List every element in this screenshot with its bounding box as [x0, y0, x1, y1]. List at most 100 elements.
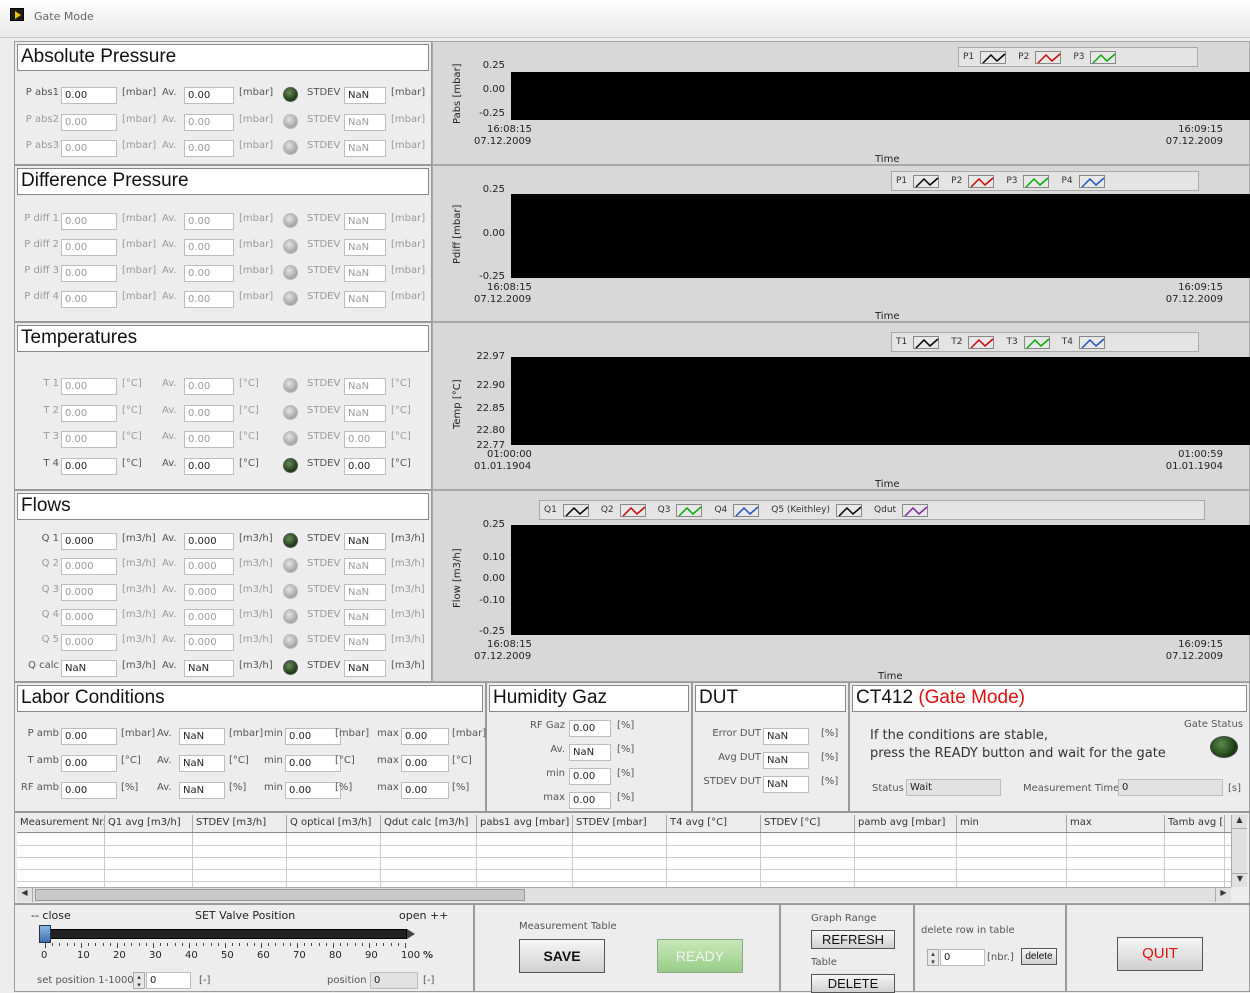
delete-row-input[interactable]: 0 — [940, 949, 985, 966]
stdev-label: STDEV — [307, 265, 341, 276]
set-position-spinner-icon[interactable]: ▴ ▾ — [133, 972, 145, 989]
plot-area[interactable] — [511, 525, 1250, 635]
flow-chart[interactable]: Flow [m3/h] 0.25 0.10 0.00 -0.10 -0.25 16:08:1… — [432, 490, 1250, 682]
table-column-header[interactable]: Q1 avg [m3/h] — [105, 815, 193, 832]
table-column-header[interactable]: min — [957, 815, 1067, 832]
legend-item[interactable]: Q5 (Keithley) — [767, 503, 863, 517]
scroll-up-icon[interactable]: ▲ — [1232, 815, 1247, 829]
slider-minor-tick — [102, 943, 104, 946]
table-label: Table — [811, 957, 837, 968]
row-label: Q 1 — [41, 533, 59, 544]
y-tick-label: 0.25 — [482, 184, 505, 195]
y-tick-label: -0.10 — [479, 595, 505, 606]
table-column-header[interactable]: STDEV [mbar] — [573, 815, 667, 832]
delete-row-button[interactable]: delete — [1021, 948, 1057, 965]
table-column-divider — [572, 833, 573, 893]
table-column-header[interactable]: Measurement Nr. — [17, 815, 105, 832]
valve-slider-track[interactable] — [39, 929, 407, 939]
table-column-divider — [1066, 833, 1067, 893]
temperature-chart[interactable]: Temp [°C] 22.97 22.90 22.85 22.80 22.77 01:00:… — [432, 322, 1250, 490]
plot-area[interactable] — [511, 72, 1250, 120]
table-column-divider — [854, 833, 855, 893]
refresh-button[interactable]: REFRESH — [811, 930, 895, 949]
graph-range-section: Graph Range REFRESH Table DELETE — [780, 904, 914, 993]
plot-legend[interactable]: Q1 Q2 Q3 Q4 Q5 (Keithley) Qdut — [539, 500, 1205, 520]
legend-item[interactable]: P3 — [1002, 174, 1050, 188]
plot-legend[interactable]: T1 T2 T3 T4 — [891, 332, 1199, 352]
legend-swatch-icon — [980, 50, 1007, 64]
slider-minor-tick — [376, 943, 378, 946]
min-label: min — [264, 755, 283, 766]
plot-legend[interactable]: P1 P2 P3 — [958, 47, 1198, 67]
legend-name: P3 — [1006, 176, 1018, 186]
legend-item[interactable]: Q3 — [654, 503, 703, 517]
min-unit: [°C] — [335, 755, 355, 766]
legend-item[interactable]: Q1 — [540, 503, 589, 517]
legend-item[interactable]: T4 — [1058, 335, 1105, 349]
legend-item[interactable]: P1 — [959, 50, 1007, 64]
plot-legend[interactable]: P1 P2 P3 P4 — [891, 171, 1199, 191]
scroll-left-icon[interactable]: ◀ — [17, 888, 33, 902]
stdev-unit: [mbar] — [391, 140, 426, 151]
table-column-header[interactable]: max — [1067, 815, 1165, 832]
legend-item[interactable]: Q4 — [710, 503, 760, 517]
plot-area[interactable] — [511, 194, 1250, 278]
delete-table-button[interactable]: DELETE — [811, 974, 895, 993]
table-column-header[interactable]: STDEV [m3/h] — [193, 815, 287, 832]
legend-item[interactable]: P1 — [892, 174, 940, 188]
slider-minor-tick — [369, 943, 370, 948]
legend-item[interactable]: P2 — [1014, 50, 1062, 64]
table-column-header[interactable]: Tamb avg [°C] — [1165, 815, 1225, 832]
table-vertical-scrollbar[interactable]: ▲ ▼ — [1231, 815, 1248, 887]
legend-item[interactable]: Qdut — [870, 503, 929, 517]
table-column-header[interactable]: pamb avg [mbar] — [855, 815, 957, 832]
plot-area[interactable] — [511, 357, 1250, 445]
scroll-down-icon[interactable]: ▼ — [1232, 873, 1248, 887]
table-column-header[interactable]: pabs1 avg [mbar] — [477, 815, 573, 832]
slider-minor-tick — [340, 943, 342, 946]
slider-tick-label: 70 — [293, 950, 306, 961]
row-label: P diff 2 — [24, 239, 59, 250]
value-field: 0.00 — [61, 457, 117, 475]
legend-item[interactable]: T1 — [892, 335, 940, 349]
measurement-table[interactable]: Measurement Nr. Q1 avg [m3/h] STDEV [m3/h]… — [14, 812, 1250, 904]
table-column-header[interactable]: Qdut calc [m3/h] — [381, 815, 477, 832]
legend-item[interactable]: Q2 — [597, 503, 646, 517]
y-tick-label: 22.90 — [476, 380, 505, 391]
slider-tick-label: 0 — [41, 950, 48, 961]
legend-item[interactable]: P4 — [1057, 174, 1105, 188]
table-column-divider — [760, 833, 761, 893]
labor-row: P amb 0.00 [mbar] Av. NaN [mbar] min 0.00 [mbar]… — [15, 725, 487, 747]
unit-label: [%] — [821, 728, 839, 739]
ready-button[interactable]: READY — [657, 939, 743, 973]
average-field: 0.000 — [184, 558, 234, 576]
legend-item[interactable]: T3 — [1002, 335, 1050, 349]
average-field: 0.00 — [184, 87, 234, 104]
legend-item[interactable]: P3 — [1069, 50, 1117, 64]
max-unit: [mbar] — [452, 728, 487, 739]
legend-item[interactable]: P2 — [947, 174, 995, 188]
legend-item[interactable]: T2 — [947, 335, 995, 349]
stdev-label: STDEV — [307, 634, 341, 646]
scroll-right-icon[interactable]: ▶ — [1215, 888, 1231, 902]
delete-row-spinner-icon[interactable]: ▴ ▾ — [927, 949, 939, 966]
max-label: max — [377, 782, 399, 793]
value-field: 0.00 — [61, 213, 117, 230]
stdev-unit: [mbar] — [391, 113, 426, 125]
pabs-chart[interactable]: Pabs [mbar] 0.25 0.00 -0.25 16:08:15 07.12.20… — [432, 41, 1250, 165]
flows-section: Flows Q 1 0.000 [m3/h] Av. 0.000 [m3/h] STDEV N… — [14, 490, 432, 682]
stdev-field: NaN — [344, 140, 386, 157]
legend-name: T1 — [896, 337, 908, 347]
row-label: T 2 — [43, 404, 59, 416]
save-button[interactable]: SAVE — [519, 939, 605, 973]
valve-slider-thumb[interactable] — [39, 925, 51, 943]
set-position-input[interactable]: 0 — [146, 972, 191, 989]
table-column-header[interactable]: T4 avg [°C] — [667, 815, 761, 832]
table-horizontal-scrollbar[interactable]: ◀ ▶ — [17, 887, 1231, 902]
table-column-header[interactable]: Q optical [m3/h] — [287, 815, 381, 832]
scroll-thumb[interactable] — [35, 889, 525, 901]
table-column-header[interactable]: STDEV [°C] — [761, 815, 855, 832]
y-tick-label: 0.00 — [482, 228, 505, 239]
quit-button[interactable]: QUIT — [1117, 937, 1203, 971]
pdiff-chart[interactable]: Pdiff [mbar] 0.25 0.00 -0.25 16:08:15 07.12.2… — [432, 165, 1250, 322]
